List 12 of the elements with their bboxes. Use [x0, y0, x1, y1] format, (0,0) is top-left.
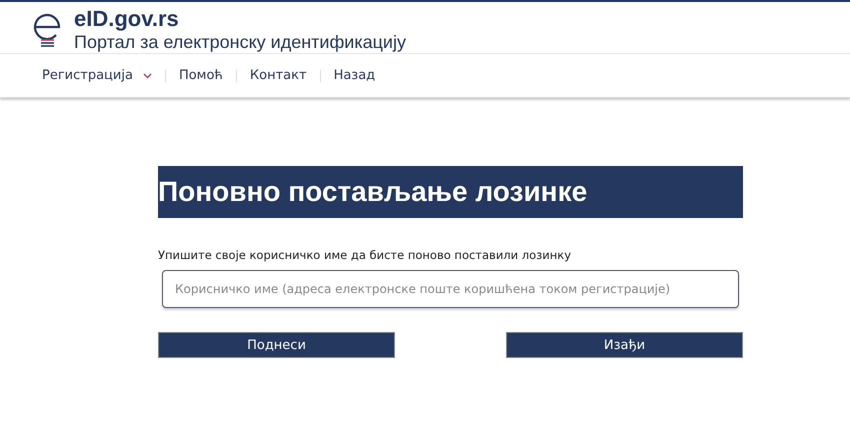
page-title: Поновно постављање лозинке [158, 166, 743, 218]
exit-button[interactable]: Изађи [506, 332, 743, 358]
instruction-text: Упишите своје корисничко име да бисте поново поставили лозинку [158, 248, 572, 262]
nav-link[interactable]: Назад [334, 68, 376, 83]
nav-link[interactable]: Регистрација [42, 68, 152, 83]
site-subtitle: Портал за електронску идентификацију [74, 33, 406, 51]
caret-icon [142, 72, 152, 78]
site-name[interactable]: eID.gov.rs [74, 8, 406, 30]
nav-link[interactable]: Контакт [250, 68, 307, 83]
username-field[interactable]: Корисничко име (адреса електронске поште коришћена током регистрације) [162, 270, 739, 308]
submit-button[interactable]: Поднеси [158, 332, 395, 358]
nav-link[interactable]: Помоћ [178, 68, 223, 83]
